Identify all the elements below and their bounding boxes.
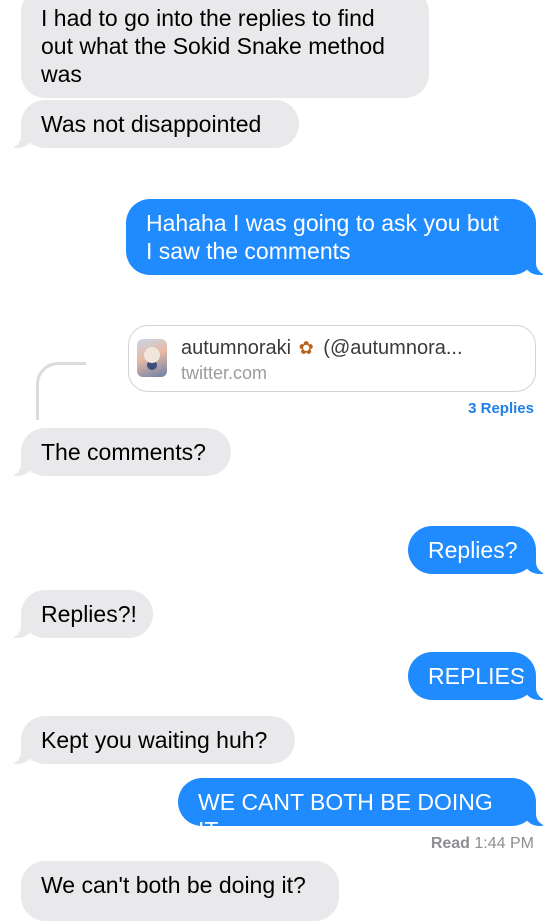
view-replies-link[interactable]: 3 Replies [468, 400, 534, 418]
read-receipt-label: Read [430, 835, 470, 852]
link-preview-thumbnail [137, 339, 167, 377]
message-bubble-outgoing[interactable]: REPLIES [408, 652, 557, 700]
link-preview-card[interactable]: autumnoraki ✿ (@autumnora... twitter.com [128, 325, 536, 392]
message-bubble-incoming[interactable]: Was not disappointed [0, 100, 299, 148]
message-bubble-outgoing[interactable]: Hahaha I was going to ask you but I saw … [126, 199, 557, 275]
message-bubble-incoming[interactable]: The comments? [0, 428, 231, 476]
message-bubble-incoming[interactable]: We can't both be doing it? [21, 861, 339, 921]
link-preview-domain: twitter.com [181, 363, 268, 383]
link-preview-title: autumnoraki ✿ (@autumnora... [181, 336, 463, 360]
read-receipt: Read 1:44 PM [431, 834, 534, 854]
message-bubble-outgoing[interactable]: WE CANT BOTH BE DOING IT [178, 778, 557, 843]
link-preview-author-handle: (@autumnora... [323, 337, 463, 359]
leaf-icon: ✿ [298, 338, 314, 358]
message-bubble-incoming[interactable]: I had to go into the replies to find out… [21, 0, 429, 98]
read-receipt-time: 1:44 PM [474, 835, 534, 852]
reply-thread-connector [36, 362, 86, 420]
message-bubble-outgoing[interactable]: Replies? [408, 526, 557, 574]
message-bubble-incoming[interactable]: Replies?! [0, 590, 153, 638]
message-bubble-incoming[interactable]: Kept you waiting huh? [0, 716, 295, 764]
link-preview-author-name: autumnoraki [181, 337, 292, 359]
